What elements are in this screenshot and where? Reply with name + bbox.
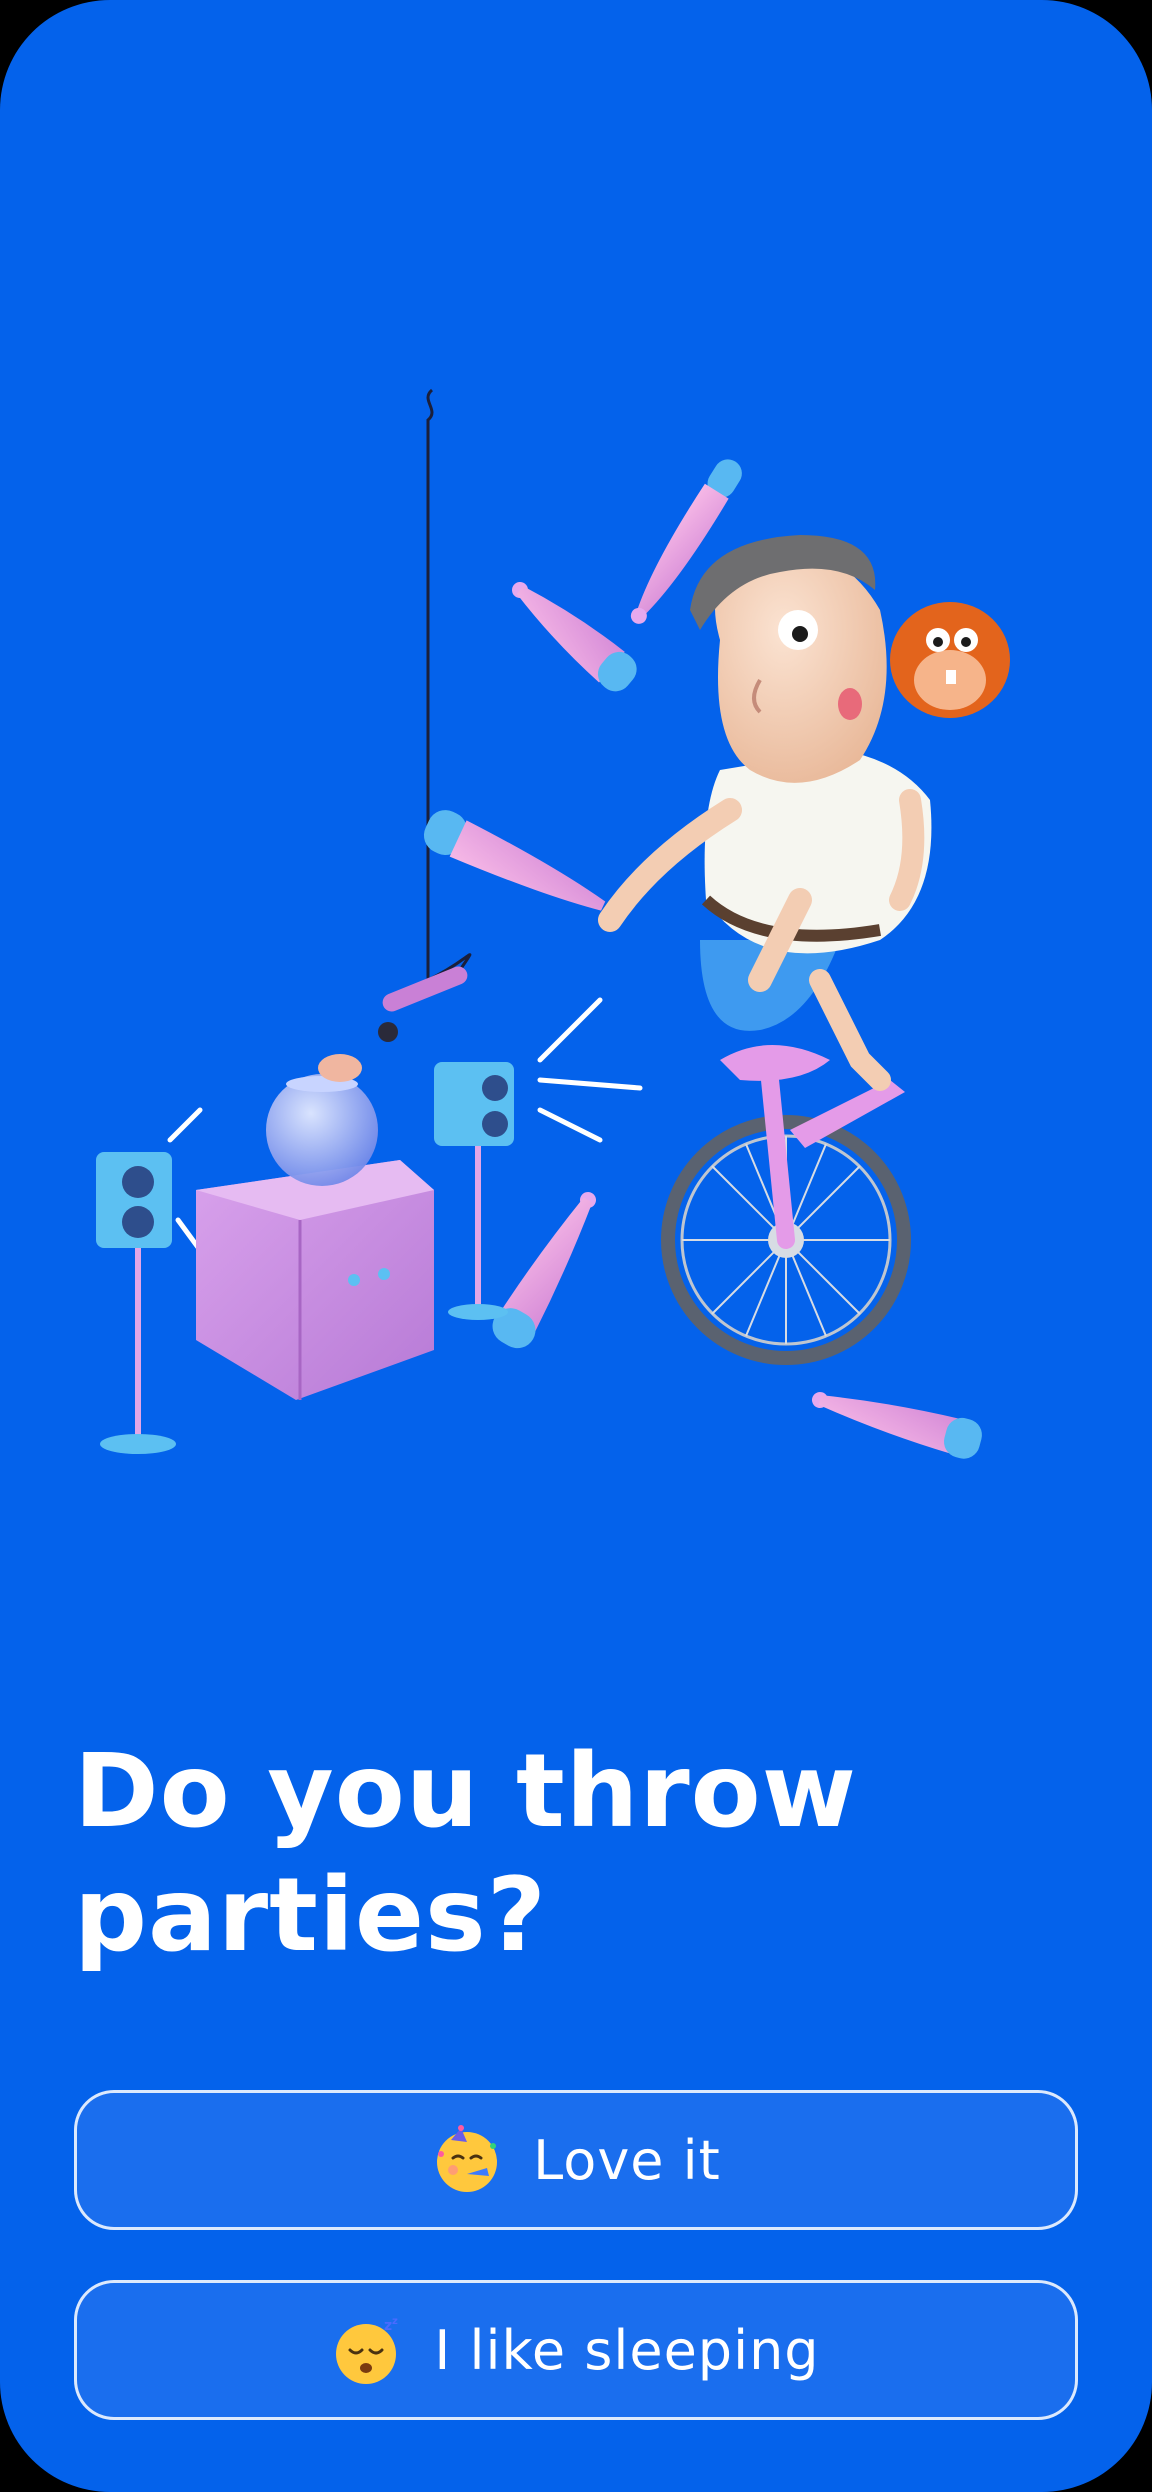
i-like-sleeping-label: I like sleeping	[434, 2318, 820, 2382]
speaker-icon	[96, 1152, 176, 1454]
svg-text:z: z	[392, 2316, 398, 2327]
svg-text:z: z	[384, 2318, 392, 2334]
i-like-sleeping-button[interactable]: z z I like sleeping	[74, 2280, 1078, 2420]
love-it-label: Love it	[533, 2128, 721, 2192]
speaker-icon	[434, 1062, 514, 1320]
partying-face-icon	[437, 2125, 498, 2192]
hanging-microphone-icon	[378, 388, 472, 1042]
cabinet-fishbowl	[196, 1054, 434, 1400]
onboarding-screen: Do you throw parties? Love it z z I like…	[0, 0, 1152, 2492]
unicycle-icon	[661, 1045, 911, 1365]
sleeping-face-icon: z z	[336, 2316, 398, 2384]
juggler-unicycle-illustration	[96, 388, 1010, 1459]
question-title: Do you throw parties?	[74, 1732, 857, 1975]
love-it-button[interactable]: Love it	[74, 2090, 1078, 2230]
juggler-character	[598, 535, 1010, 1091]
